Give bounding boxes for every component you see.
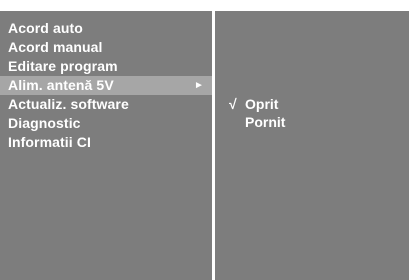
tv-settings-screen: Acord auto Acord manual Editare program … <box>0 0 409 280</box>
menu-item-informatii-ci[interactable]: Informatii CI <box>0 133 212 152</box>
menu-item-label: Acord manual <box>8 39 103 55</box>
menu-item-label: Informatii CI <box>8 134 91 150</box>
option-label: Pornit <box>245 114 286 130</box>
menu-item-actualiz-software[interactable]: Actualiz. software <box>0 95 212 114</box>
menu-item-label: Diagnostic <box>8 115 81 131</box>
option-oprit[interactable]: √ Oprit <box>229 95 285 113</box>
submenu-panel <box>215 11 409 280</box>
menu-item-label: Actualiz. software <box>8 96 129 112</box>
menu-item-acord-manual[interactable]: Acord manual <box>0 38 212 57</box>
menu-item-label: Alim. antenă 5V <box>8 77 114 93</box>
menu-item-alim-antena[interactable]: Alim. antenă 5V ► <box>0 76 212 95</box>
menu-item-editare-program[interactable]: Editare program <box>0 57 212 76</box>
checkmark-icon: √ <box>229 96 237 112</box>
submenu-options: √ Oprit Pornit <box>229 95 285 131</box>
menu-item-acord-auto[interactable]: Acord auto <box>0 19 212 38</box>
main-menu: Acord auto Acord manual Editare program … <box>0 19 212 152</box>
menu-item-diagnostic[interactable]: Diagnostic <box>0 114 212 133</box>
arrow-right-icon: ► <box>194 80 204 91</box>
option-label: Oprit <box>245 96 279 112</box>
menu-item-label: Editare program <box>8 58 118 74</box>
option-pornit[interactable]: Pornit <box>229 113 285 131</box>
menu-item-label: Acord auto <box>8 20 83 36</box>
